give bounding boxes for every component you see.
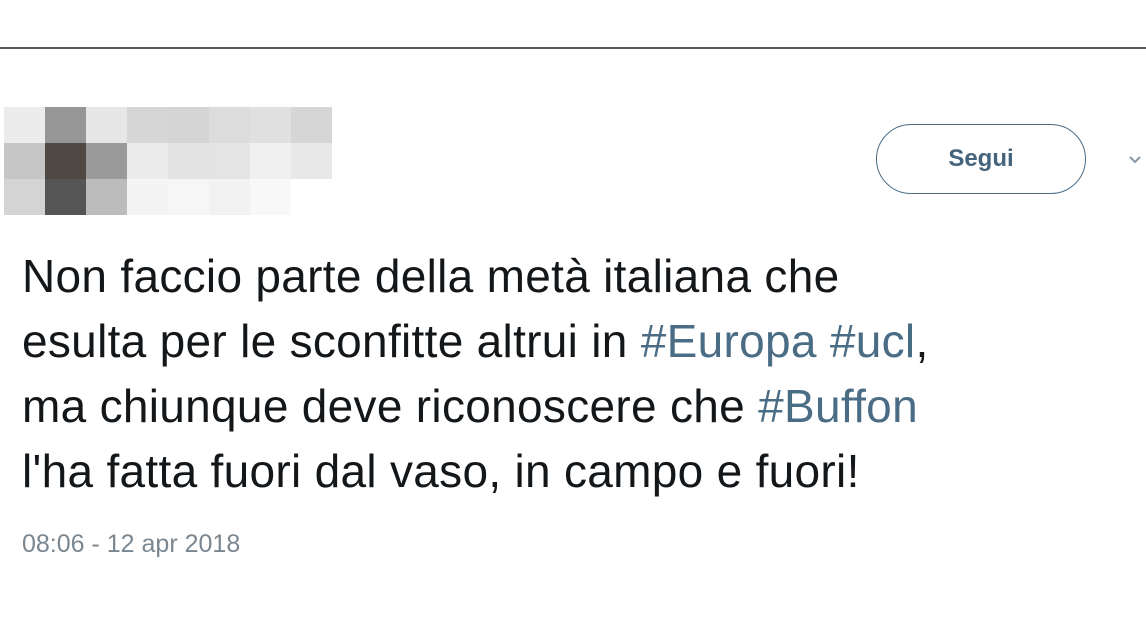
tweet-text-comma: , (915, 315, 929, 367)
avatar-pixel (4, 143, 45, 179)
tweet-text-line-2: esulta per le sconfitte altrui in (22, 315, 641, 367)
tweet-text-line-4: l'ha fatta fuori dal vaso, in campo e fu… (22, 445, 860, 497)
tweet-timestamp[interactable]: 08:06 - 12 apr 2018 (22, 530, 240, 559)
avatar-pixel (168, 143, 209, 179)
avatar-pixel (209, 143, 250, 179)
avatar-pixel (4, 107, 45, 143)
avatar-pixel (250, 107, 291, 143)
avatar[interactable] (4, 107, 373, 215)
avatar-pixel (209, 107, 250, 143)
avatar-pixel (45, 143, 86, 179)
tweet-text: Non faccio parte della metà italiana che… (22, 244, 1132, 504)
avatar-pixel (168, 107, 209, 143)
avatar-pixel (86, 143, 127, 179)
avatar-pixel (127, 107, 168, 143)
avatar-pixel (127, 143, 168, 179)
hashtag-europa-link[interactable]: #Europa (641, 315, 817, 367)
avatar-pixel (291, 143, 332, 179)
avatar-pixel (86, 179, 127, 215)
avatar-pixel (332, 179, 373, 215)
avatar-pixel (4, 179, 45, 215)
avatar-pixel (250, 179, 291, 215)
avatar-pixel (332, 143, 373, 179)
avatar-pixel (127, 179, 168, 215)
tweet-card: Segui Non faccio parte della metà italia… (0, 0, 1146, 636)
tweet-text-space (817, 315, 830, 367)
avatar-pixel (291, 179, 332, 215)
top-divider (0, 47, 1146, 49)
avatar-pixel (168, 179, 209, 215)
tweet-text-line-3: ma chiunque deve riconoscere che (22, 380, 759, 432)
avatar-pixel (86, 107, 127, 143)
chevron-down-icon[interactable] (1124, 148, 1146, 170)
avatar-pixel (332, 107, 373, 143)
avatar-pixel (45, 107, 86, 143)
avatar-pixel (250, 143, 291, 179)
tweet-text-line-1: Non faccio parte della metà italiana che (22, 250, 840, 302)
hashtag-ucl-link[interactable]: #ucl (830, 315, 916, 367)
follow-button[interactable]: Segui (876, 124, 1086, 194)
avatar-pixel (291, 107, 332, 143)
avatar-pixel (209, 179, 250, 215)
avatar-pixel (45, 179, 86, 215)
hashtag-buffon-link[interactable]: #Buffon (758, 380, 918, 432)
